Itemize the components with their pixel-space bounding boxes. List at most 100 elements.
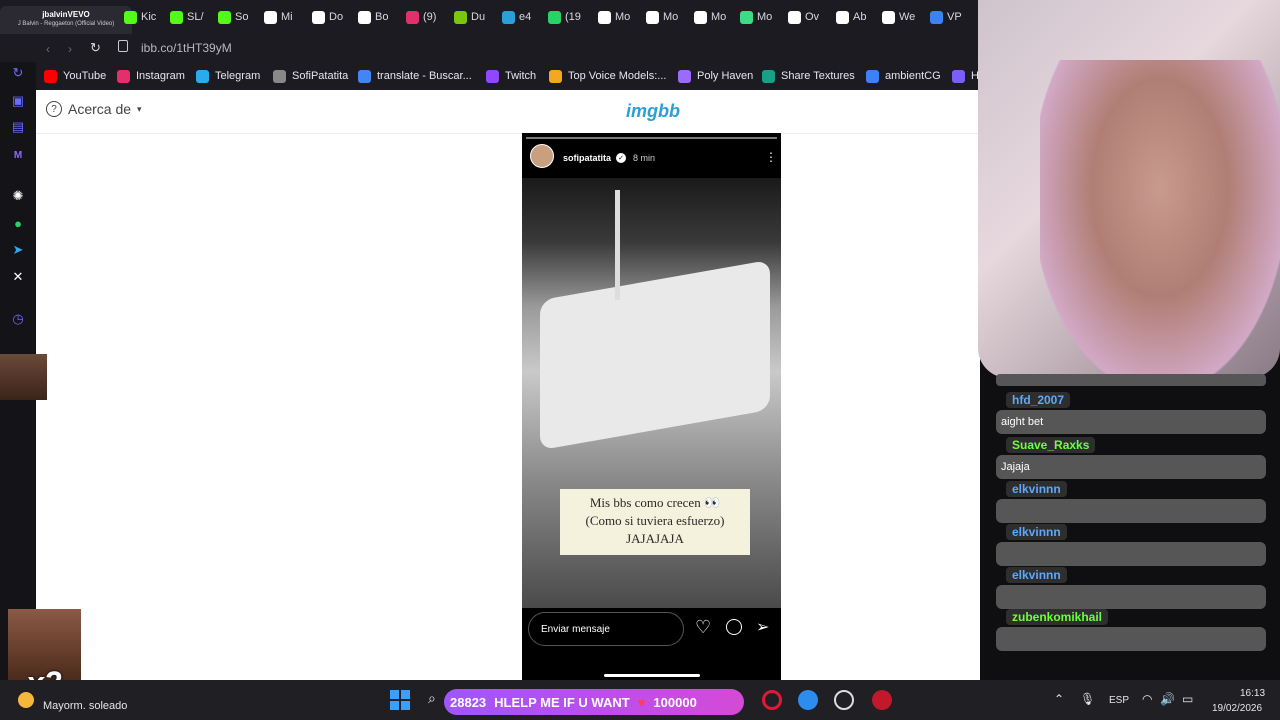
history-icon[interactable]: ◷ [9,310,27,328]
chat-username[interactable]: hfd_2007 [1006,392,1071,408]
battery-icon[interactable]: ▭ [1182,692,1193,706]
tab-item[interactable]: We [882,6,915,28]
tab-item[interactable]: Mo [598,6,630,28]
lock-icon[interactable] [118,40,128,52]
imgbb-logo[interactable]: imgbb [626,101,680,122]
sidebar-m-icon[interactable]: M [9,146,27,164]
tab-item[interactable]: So [218,6,248,28]
whatsapp-icon[interactable]: ● [9,214,27,232]
windows-start-icon[interactable] [390,690,410,710]
page-content [36,90,980,680]
hype-train-bar: 28823 HLELP ME IF U WANT ♥ 100000 [444,689,744,715]
tab-item[interactable]: (19 [548,6,581,28]
chat-bubble-partial [996,374,1266,386]
comment-icon[interactable] [726,619,742,635]
tab-item[interactable]: Du [454,6,485,28]
chat-message [996,585,1266,609]
opera-icon[interactable] [762,690,782,710]
chatgpt-icon[interactable]: ✺ [9,187,27,205]
chat-username[interactable]: elkvinnn [1006,567,1067,583]
send-icon[interactable]: ➢ [756,617,769,637]
bookmark-item[interactable]: translate - Buscar... [358,68,472,84]
bookmark-item[interactable]: Instagram [117,68,185,84]
telegram-icon[interactable]: ➤ [9,241,27,259]
tab-label: Kic [141,11,157,23]
tab-item[interactable]: Mi [264,6,293,28]
tab-item[interactable]: Ov [788,6,819,28]
url-field[interactable]: ibb.co/1tHT39yM [141,41,232,55]
message-input[interactable]: Enviar mensaje [528,612,684,646]
bookmark-item[interactable]: Share Textures [762,68,855,84]
tab-label: e4 [519,11,532,23]
bookmark-item[interactable]: SofiPatatita [273,68,348,84]
chevron-up-icon[interactable]: ⌃ [1054,692,1064,706]
heart-icon: ♥ [637,694,646,710]
more-options-icon[interactable]: ⋮ [765,150,777,164]
microphone-icon[interactable]: 🎙 [1080,692,1095,706]
sidebar-stack-icon[interactable]: ▤ [9,118,27,136]
hype-goal: 100000 [653,694,697,710]
tab-item[interactable]: (9) [406,6,436,28]
chevron-down-icon: ▾ [137,103,142,114]
heart-icon[interactable]: ♡ [695,617,711,638]
about-menu[interactable]: ? Acerca de ▾ [46,101,142,117]
weather-text[interactable]: Mayorm. soleado [43,700,127,712]
tab-item[interactable]: e4 [502,6,531,28]
chat-message [996,627,1266,651]
tab-item[interactable]: Mo [694,6,726,28]
tab-favicon-icon [218,10,231,24]
lamp-pole [615,190,620,300]
bookmark-item[interactable]: Twitch [486,68,536,84]
bookmark-item[interactable]: Poly Haven [678,68,753,84]
search-icon[interactable]: ⌕ [428,690,436,707]
tab-item[interactable]: Kic [124,6,156,28]
bookmark-favicon-icon [273,69,286,83]
obs-icon[interactable] [834,690,854,710]
app-icon[interactable] [798,690,818,710]
tab-item[interactable]: Mo [646,6,678,28]
forward-icon[interactable]: › [68,42,72,56]
bookmark-item[interactable]: Top Voice Models:... [549,68,666,84]
hype-count: 28823 [450,694,487,710]
chat-username[interactable]: Suave_Raxks [1006,437,1096,453]
back-icon[interactable]: ‹ [46,42,50,56]
bookmark-item[interactable]: ambientCG [866,68,941,84]
bookmark-label: Share Textures [781,70,855,82]
weather-icon[interactable] [18,692,34,708]
reload-icon[interactable]: ↻ [90,40,101,56]
bookmark-item[interactable]: Telegram [196,68,260,84]
tab-item[interactable]: SL/ [170,6,204,28]
volume-icon[interactable]: 🔊 [1160,692,1175,706]
tab-item[interactable]: Mo [740,6,772,28]
clock-date[interactable]: 19/02/2026 [1212,703,1262,714]
wifi-icon[interactable]: ◠ [1142,692,1152,706]
sidebar-refresh-icon[interactable]: ↻ [9,64,27,82]
bookmark-item[interactable]: H [952,68,979,84]
record-app-icon[interactable] [872,690,892,710]
tab-label: (9) [423,11,437,23]
clock-time[interactable]: 16:13 [1240,688,1265,699]
x-icon[interactable]: ✕ [9,268,27,286]
sidebar-bag-icon[interactable]: ▣ [9,92,27,110]
bookmark-item[interactable]: YouTube [44,68,106,84]
emote-image [0,354,47,400]
language-indicator[interactable]: ESP [1109,695,1129,706]
chat-username[interactable]: zubenkomikhail [1006,609,1109,625]
bookmark-favicon-icon [762,69,775,83]
bookmark-favicon-icon [117,69,130,83]
bookmark-favicon-icon [678,69,691,83]
tab-item[interactable]: VP [930,6,962,28]
tab-label: So [235,11,249,23]
home-indicator [604,674,700,677]
bookmark-favicon-icon [358,69,371,83]
chat-username[interactable]: elkvinnn [1006,481,1067,497]
tab-item[interactable]: Ab [836,6,866,28]
story-caption: Mis bbs como crecen 👀 (Como si tuviera e… [560,489,750,555]
page-header [36,90,980,134]
tab-label: VP [947,11,962,23]
chat-username[interactable]: elkvinnn [1006,524,1067,540]
tab-item[interactable]: Bo [358,6,388,28]
tab-favicon-icon [788,10,801,24]
tab-item[interactable]: Do [312,6,343,28]
chat-message: Jajaja [996,455,1266,479]
